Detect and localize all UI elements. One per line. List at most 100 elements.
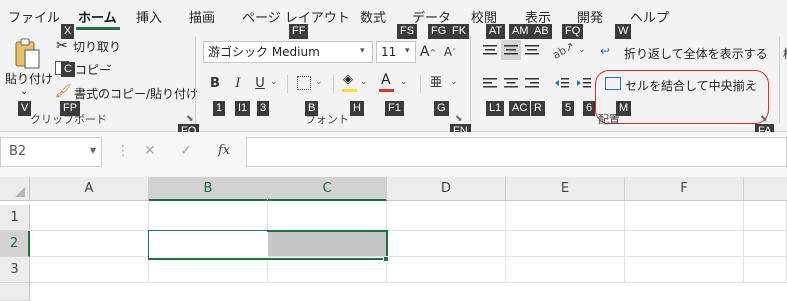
tab-draw[interactable]: 描画 bbox=[189, 7, 215, 26]
format-painter-icon: 🖌 bbox=[55, 84, 72, 99]
font-color-dropdown-icon[interactable]: ⌄ bbox=[400, 77, 408, 87]
menu-bar: ファイル ホーム 挿入 描画 ページ レイアウト 数式 データ 校閲 表示 開発… bbox=[0, 0, 787, 30]
borders-dropdown-icon[interactable]: ⌄ bbox=[315, 77, 323, 87]
cell-e1[interactable] bbox=[506, 201, 625, 231]
cell-a1[interactable] bbox=[30, 201, 149, 231]
paste-button-label[interactable]: 貼り付け bbox=[5, 70, 53, 87]
decrease-indent-icon[interactable] bbox=[552, 73, 572, 93]
keytip-fill-color: H bbox=[350, 101, 364, 116]
column-header-e[interactable]: E bbox=[506, 177, 625, 201]
column-header-b[interactable]: B bbox=[149, 177, 268, 201]
fill-handle[interactable] bbox=[383, 256, 389, 262]
select-all-button[interactable] bbox=[0, 177, 30, 201]
tab-help[interactable]: ヘルプ bbox=[630, 7, 669, 26]
name-box-dropdown-icon[interactable]: ▼ bbox=[90, 146, 96, 155]
align-top-icon[interactable] bbox=[480, 40, 500, 60]
underline-dropdown-icon[interactable]: ⌄ bbox=[270, 77, 278, 87]
phonetic-icon[interactable]: 亜 bbox=[430, 73, 442, 90]
cut-button-label[interactable]: 切り取り bbox=[73, 38, 121, 55]
group-divider bbox=[195, 36, 196, 124]
keytip-align-middle: AM bbox=[509, 24, 532, 39]
paste-icon[interactable] bbox=[12, 38, 48, 69]
group-divider bbox=[779, 36, 780, 124]
keytip-italic: I1 bbox=[235, 101, 251, 116]
cell-b1[interactable] bbox=[149, 201, 268, 231]
name-box[interactable]: B2 bbox=[0, 137, 102, 167]
cell-b3[interactable] bbox=[149, 257, 268, 283]
cell-d3[interactable] bbox=[387, 257, 506, 283]
cell-c3[interactable] bbox=[268, 257, 387, 283]
fill-color-dropdown-icon[interactable]: ⌄ bbox=[360, 77, 368, 87]
keytip-underline: 3 bbox=[257, 101, 270, 116]
align-bottom-icon[interactable] bbox=[522, 40, 542, 60]
copy-dropdown-icon[interactable]: ⌄ bbox=[105, 59, 113, 70]
align-right-icon[interactable] bbox=[522, 73, 542, 93]
paste-dropdown-icon[interactable]: ⌄ bbox=[20, 86, 28, 97]
enter-icon[interactable]: ✓ bbox=[180, 143, 192, 159]
cell-a2[interactable] bbox=[30, 231, 149, 257]
italic-icon[interactable]: I bbox=[228, 73, 248, 93]
clipboard-launcher-icon[interactable]: ⬊ bbox=[186, 114, 194, 124]
borders-icon[interactable] bbox=[297, 76, 311, 90]
increase-indent-icon[interactable] bbox=[574, 73, 594, 93]
tab-file[interactable]: ファイル bbox=[8, 7, 60, 26]
column-header-f[interactable]: F bbox=[625, 177, 744, 201]
keytip-copy: C bbox=[61, 62, 75, 77]
row-header-2[interactable]: 2 bbox=[0, 231, 30, 257]
shrink-font-icon[interactable]: Aˇ bbox=[440, 42, 460, 62]
keytip-cut: X bbox=[61, 24, 75, 39]
align-left-icon[interactable] bbox=[480, 73, 500, 93]
cell-g1[interactable] bbox=[744, 201, 787, 231]
cell-f2[interactable] bbox=[625, 231, 744, 257]
name-box-value: B2 bbox=[9, 144, 27, 159]
cell-e2[interactable] bbox=[506, 231, 625, 257]
font-family-box[interactable]: 游ゴシック Medium bbox=[203, 41, 373, 63]
cell-g3[interactable] bbox=[744, 257, 787, 283]
tab-insert[interactable]: 挿入 bbox=[136, 7, 162, 26]
keytip-format-painter: FP bbox=[60, 101, 81, 116]
formula-bar-grip-icon[interactable]: ⋮ bbox=[116, 143, 130, 159]
wrap-text-icon: ↩ bbox=[600, 44, 611, 58]
tab-home[interactable]: ホーム bbox=[78, 7, 117, 26]
row-header-1[interactable]: 1 bbox=[0, 205, 30, 231]
font-family-dropdown-icon[interactable]: ▾ bbox=[360, 46, 365, 56]
tab-formulas[interactable]: 数式 bbox=[360, 7, 386, 26]
column-header-a[interactable]: A bbox=[30, 177, 149, 201]
fill-color-icon[interactable]: ◈ bbox=[343, 72, 353, 87]
column-header-c[interactable]: C bbox=[268, 177, 387, 201]
number-format-partial[interactable]: 標 bbox=[783, 45, 787, 62]
alignment-launcher-icon[interactable]: ⬊ bbox=[760, 114, 768, 124]
underline-icon[interactable]: U bbox=[250, 73, 270, 93]
bold-icon[interactable]: B bbox=[205, 73, 225, 93]
row-header-3[interactable]: 3 bbox=[0, 257, 30, 283]
keytip-merge-center: M bbox=[616, 101, 632, 116]
font-color-icon[interactable]: A bbox=[381, 72, 391, 88]
cancel-icon[interactable]: ✕ bbox=[144, 143, 156, 159]
cell-e3[interactable] bbox=[506, 257, 625, 283]
formula-input[interactable] bbox=[246, 137, 787, 167]
align-center-icon[interactable] bbox=[501, 73, 521, 93]
font-size-dropdown-icon[interactable]: ▾ bbox=[405, 46, 410, 56]
cell-f3[interactable] bbox=[625, 257, 744, 283]
cell-c1[interactable] bbox=[268, 201, 387, 231]
phonetic-dropdown-icon[interactable]: ⌄ bbox=[450, 77, 458, 87]
wrap-text-label[interactable]: 折り返して全体を表示する bbox=[624, 45, 768, 62]
font-size-box[interactable]: 11 bbox=[376, 41, 416, 63]
insert-function-icon[interactable]: fx bbox=[218, 143, 230, 158]
keytip-shrink-font: FK bbox=[449, 24, 470, 39]
format-painter-label[interactable]: 書式のコピー/貼り付け bbox=[74, 85, 198, 102]
grow-font-icon[interactable]: A ^ bbox=[418, 42, 438, 62]
row-header-4-partial[interactable] bbox=[0, 283, 30, 301]
column-header-d[interactable]: D bbox=[387, 177, 506, 201]
keytip-align-left: L1 bbox=[486, 101, 505, 116]
align-middle-icon[interactable] bbox=[501, 40, 521, 60]
cell-b2-active[interactable] bbox=[149, 231, 267, 258]
column-header-g-partial[interactable] bbox=[744, 177, 787, 201]
orientation-dropdown-icon[interactable]: ⌄ bbox=[578, 45, 586, 55]
cell-a3[interactable] bbox=[30, 257, 149, 283]
font-launcher-icon[interactable]: ⬊ bbox=[455, 114, 463, 124]
cell-g2[interactable] bbox=[744, 231, 787, 257]
cell-d2[interactable] bbox=[387, 231, 506, 257]
cell-d1[interactable] bbox=[387, 201, 506, 231]
cell-f1[interactable] bbox=[625, 201, 744, 231]
